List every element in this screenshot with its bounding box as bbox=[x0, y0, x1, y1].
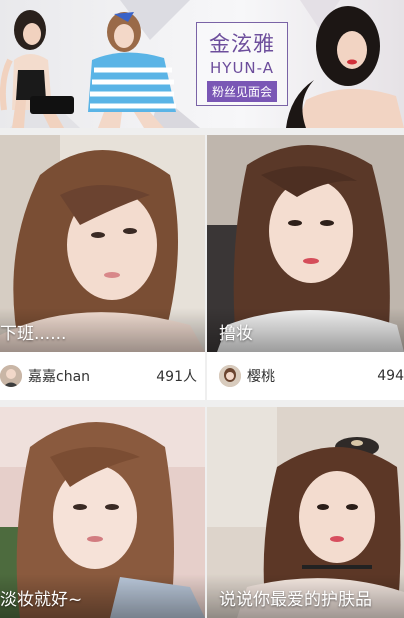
banner-title-cn: 金泫雅 bbox=[209, 32, 275, 56]
stream-card-1[interactable]: 下班...... 嘉嘉chan 491人 bbox=[0, 135, 205, 400]
stream-caption: 淡妆就好~ bbox=[0, 574, 205, 618]
avatar[interactable] bbox=[0, 365, 22, 387]
viewer-count: 494 bbox=[377, 368, 404, 384]
streamer-name[interactable]: 嘉嘉chan bbox=[28, 366, 90, 386]
banner-title-box: 金泫雅 HYUN-A 粉丝见面会 bbox=[196, 22, 288, 106]
stream-caption: 说说你最爱的护肤品 bbox=[207, 574, 404, 618]
stream-caption: 下班...... bbox=[0, 308, 205, 352]
viewer-count: 491人 bbox=[156, 369, 197, 385]
stream-info-bar: 樱桃 494 bbox=[207, 352, 404, 400]
banner-title-en: HYUN-A bbox=[210, 59, 274, 77]
banner-person-middle bbox=[88, 12, 176, 128]
banner-person-left bbox=[0, 10, 74, 128]
banner-person-right bbox=[286, 6, 404, 128]
stream-card-3[interactable]: 淡妆就好~ bbox=[0, 407, 205, 618]
banner-subtitle: 粉丝见面会 bbox=[206, 81, 277, 102]
stream-info-bar: 嘉嘉chan 491人 bbox=[0, 352, 205, 400]
promo-banner[interactable]: 金泫雅 HYUN-A 粉丝见面会 bbox=[0, 0, 404, 128]
avatar[interactable] bbox=[219, 365, 241, 387]
stream-card-2[interactable]: 撸妆 樱桃 494 bbox=[207, 135, 404, 400]
streamer-name[interactable]: 樱桃 bbox=[247, 366, 275, 386]
stream-card-4[interactable]: 说说你最爱的护肤品 bbox=[207, 407, 404, 618]
stream-caption: 撸妆 bbox=[207, 308, 404, 352]
